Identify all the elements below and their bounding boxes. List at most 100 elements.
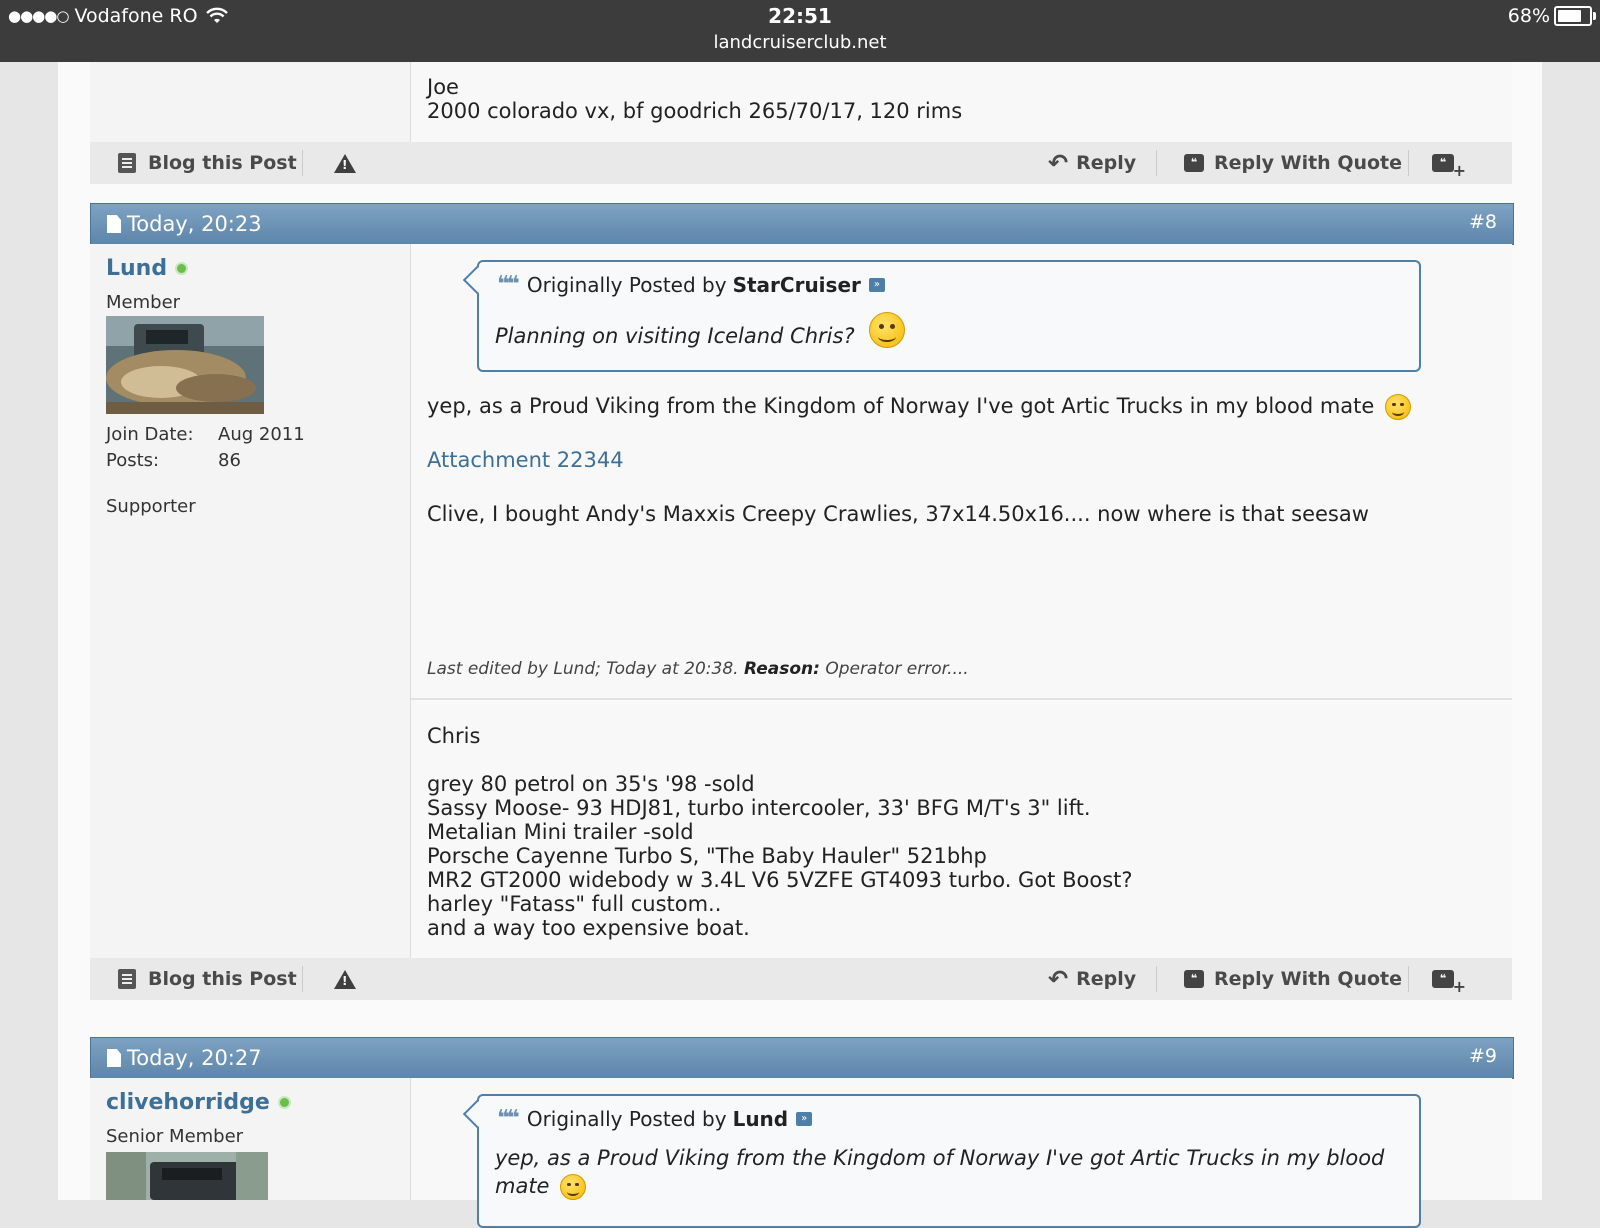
online-status-icon — [277, 1096, 291, 1109]
post-9: clivehorridge Senior Member ❝❝ Originall… — [90, 1078, 1512, 1228]
divider — [1408, 150, 1409, 176]
quote-block: ❝❝ Originally Posted by StarCruiser » Pl… — [477, 260, 1421, 372]
user-panel: clivehorridge Senior Member — [90, 1078, 411, 1200]
report-post-button[interactable] — [334, 958, 356, 1000]
post-signature: Chris grey 80 petrol on 35's '98 -sold S… — [427, 724, 1133, 940]
avatar[interactable] — [106, 1152, 268, 1200]
post-number-link[interactable]: #8 — [1469, 211, 1497, 233]
quote-prefix: Originally Posted by — [526, 272, 727, 297]
username-link[interactable]: clivehorridge — [106, 1090, 291, 1115]
user-title: Member — [106, 292, 181, 313]
ios-status-bar: ●●●●○ Vodafone RO 22:51 landcruiserclub.… — [0, 0, 1600, 62]
signature-line: Joe — [427, 75, 459, 99]
document-icon — [107, 215, 121, 233]
signature-line: harley "Fatass" full custom.. — [427, 892, 722, 916]
quote-icon: ❝❝ — [497, 272, 520, 297]
reply-arrow-icon: ↶ — [1048, 149, 1069, 177]
divider — [1156, 966, 1157, 992]
posts-row: Posts: 86 — [106, 450, 305, 476]
signature-line: Metalian Mini trailer -sold — [427, 820, 694, 844]
view-post-icon[interactable]: » — [868, 277, 885, 292]
quote-text: mate — [495, 1174, 550, 1198]
blog-this-post-label: Blog this Post — [148, 968, 297, 990]
post-content: ❝❝ Originally Posted by StarCruiser » Pl… — [411, 244, 1512, 958]
wink-emoji-icon — [1385, 394, 1412, 420]
signature-line: Sassy Moose- 93 HDJ81, turbo intercooler… — [427, 796, 1091, 820]
quote-text-line: yep, as a Proud Viking from the Kingdom … — [495, 1146, 1385, 1170]
multiquote-button[interactable]: ❝ — [1432, 142, 1466, 184]
edited-prefix: Last edited by Lund; Today at 20:38. — [427, 659, 739, 679]
clock: 22:51 — [768, 4, 832, 28]
user-panel: Lund Member Join Date: Aug 2011 Posts: 8… — [90, 244, 411, 958]
address-bar-url[interactable]: landcruiserclub.net — [0, 32, 1600, 53]
user-title: Senior Member — [106, 1126, 244, 1147]
message-text: yep, as a Proud Viking from the Kingdom … — [427, 394, 1375, 418]
divider — [302, 150, 303, 176]
reply-with-quote-label: Reply With Quote — [1214, 152, 1403, 174]
post-number-link[interactable]: #9 — [1469, 1045, 1497, 1067]
avatar-image — [106, 316, 264, 414]
blog-this-post-button[interactable]: Blog this Post — [118, 142, 297, 184]
quote-text: Planning on visiting Iceland Chris? — [495, 324, 855, 348]
divider — [1408, 966, 1409, 992]
quote-block: ❝❝ Originally Posted by Lund » yep, as a… — [477, 1094, 1421, 1228]
last-edited-note: Last edited by Lund; Today at 20:38. Rea… — [427, 659, 969, 679]
quote-prefix: Originally Posted by — [526, 1106, 727, 1131]
join-date-row: Join Date: Aug 2011 — [106, 424, 305, 450]
quote-icon: ❝❝ — [497, 1106, 520, 1131]
reply-with-quote-label: Reply With Quote — [1214, 968, 1403, 990]
signature-line: 2000 colorado vx, bf goodrich 265/70/17,… — [427, 99, 963, 123]
supporter-badge: Supporter — [106, 496, 196, 517]
signature-line: and a way too expensive boat. — [427, 916, 750, 940]
post-8: Lund Member Join Date: Aug 2011 Posts: 8… — [90, 244, 1512, 958]
signature-spacer — [427, 748, 1133, 772]
post-date-text: Today, 20:23 — [127, 212, 262, 236]
user-panel — [90, 62, 411, 142]
edited-reason-label: Reason: — [743, 659, 820, 679]
user-stats: Join Date: Aug 2011 Posts: 86 — [106, 424, 305, 476]
reply-arrow-icon: ↶ — [1048, 965, 1069, 993]
blog-this-post-label: Blog this Post — [148, 152, 297, 174]
multiquote-button[interactable]: ❝ — [1432, 958, 1466, 1000]
quote-author: Lund — [732, 1106, 789, 1131]
blog-icon — [118, 969, 136, 989]
quote-author: StarCruiser — [732, 272, 861, 297]
signature-line: Porsche Cayenne Turbo S, "The Baby Haule… — [427, 844, 987, 868]
join-date-label: Join Date: — [106, 424, 194, 445]
post-actions-bar: Blog this Post ↶ Reply ❝ Reply With Quot… — [90, 958, 1512, 1000]
view-post-icon[interactable]: » — [796, 1111, 813, 1126]
report-post-button[interactable] — [334, 142, 356, 184]
battery-icon — [1554, 6, 1596, 26]
username-text: clivehorridge — [106, 1090, 270, 1115]
warning-icon — [334, 153, 356, 173]
quote-bubble-icon: ❝ — [1184, 154, 1204, 172]
quote-bubble-icon: ❝ — [1184, 970, 1204, 988]
reply-label: Reply — [1076, 152, 1137, 174]
reply-button[interactable]: ↶ Reply — [1048, 142, 1136, 184]
divider — [1156, 150, 1157, 176]
signature-divider — [411, 698, 1512, 700]
post-header: Today, 20:27 #9 — [90, 1037, 1514, 1079]
username-link[interactable]: Lund — [106, 256, 189, 281]
blog-this-post-button[interactable]: Blog this Post — [118, 958, 297, 1000]
multiquote-icon: ❝ — [1432, 970, 1466, 996]
battery-level-fill — [1558, 10, 1582, 22]
edited-reason: Operator error.... — [825, 659, 969, 679]
post-content: ❝❝ Originally Posted by Lund » yep, as a… — [411, 1078, 1512, 1228]
warning-icon — [334, 969, 356, 989]
attachment-link[interactable]: Attachment 22344 — [427, 448, 624, 472]
post-date: Today, 20:23 — [107, 212, 262, 236]
signature-name: Chris — [427, 724, 481, 748]
message-line: yep, as a Proud Viking from the Kingdom … — [427, 394, 1412, 420]
reply-button[interactable]: ↶ Reply — [1048, 958, 1136, 1000]
quote-text-line-2: mate — [495, 1172, 1399, 1200]
battery-percent: 68% — [1507, 5, 1550, 27]
avatar[interactable] — [106, 316, 264, 414]
reply-with-quote-button[interactable]: ❝ Reply With Quote — [1184, 958, 1402, 1000]
multiquote-icon: ❝ — [1432, 154, 1466, 180]
post-date-text: Today, 20:27 — [127, 1046, 262, 1070]
reply-with-quote-button[interactable]: ❝ Reply With Quote — [1184, 142, 1402, 184]
battery-info: 68% — [1507, 5, 1596, 27]
quote-header: ❝❝ Originally Posted by StarCruiser » — [497, 272, 885, 297]
post-content: Joe 2000 colorado vx, bf goodrich 265/70… — [411, 62, 1512, 142]
